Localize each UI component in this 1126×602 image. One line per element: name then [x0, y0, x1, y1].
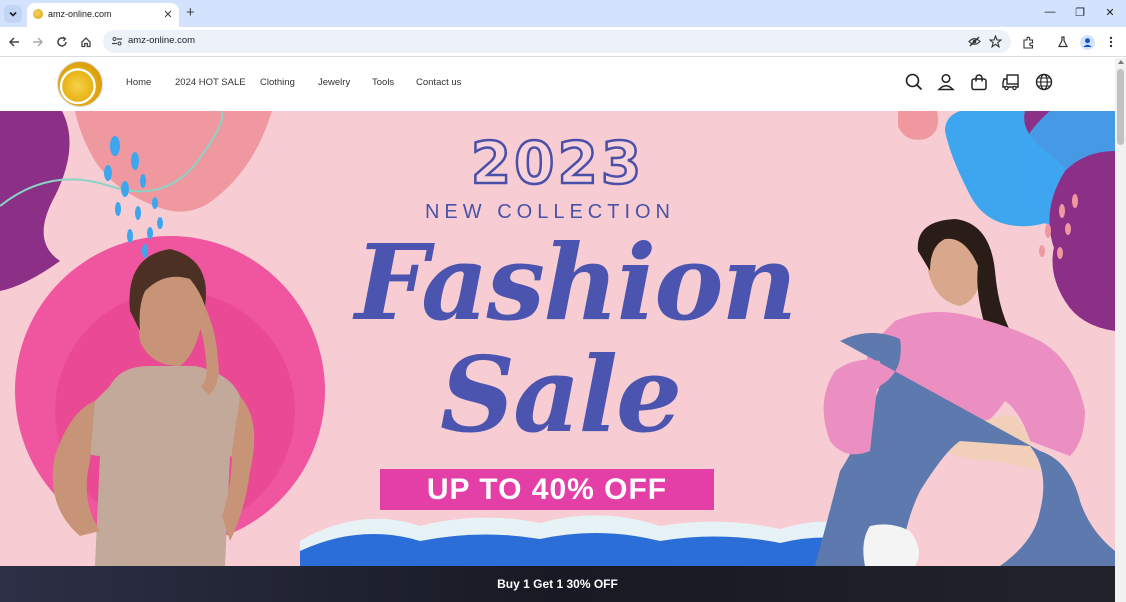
- scrollbar-thumb[interactable]: [1117, 69, 1124, 145]
- scroll-up-arrow-icon[interactable]: [1118, 60, 1124, 64]
- account-icon[interactable]: [937, 73, 955, 91]
- browser-toolbar: amz-online.com: [0, 27, 1126, 57]
- hero-banner[interactable]: 2023 NEW COLLECTION Fashion Sale UP TO 4…: [0, 111, 1115, 566]
- site-logo[interactable]: [57, 61, 103, 107]
- address-bar[interactable]: amz-online.com: [103, 30, 1011, 53]
- hero-headline-line1: Fashion: [355, 221, 797, 344]
- nav-contact-us[interactable]: Contact us: [416, 77, 461, 88]
- nav-jewelry[interactable]: Jewelry: [318, 77, 350, 88]
- home-icon[interactable]: [78, 34, 94, 50]
- browser-tab-strip: amz-online.com ✕ + — ❐ ✕: [0, 0, 1126, 27]
- extensions-icon[interactable]: [1020, 34, 1036, 50]
- page-scrollbar[interactable]: [1115, 58, 1126, 602]
- site-info-icon[interactable]: [111, 35, 123, 47]
- globe-icon[interactable]: [1035, 73, 1053, 91]
- tab-search-button[interactable]: [4, 5, 22, 23]
- browser-menu-icon[interactable]: [1103, 34, 1119, 50]
- tab-close-icon[interactable]: ✕: [161, 7, 175, 21]
- browser-tab[interactable]: amz-online.com ✕: [27, 3, 179, 27]
- chevron-down-icon: [9, 11, 17, 17]
- nav-clothing[interactable]: Clothing: [260, 77, 295, 88]
- search-icon[interactable]: [905, 73, 923, 91]
- hero-year: 2023: [470, 128, 645, 199]
- bookmark-star-icon[interactable]: [988, 34, 1002, 48]
- nav-hot-sale[interactable]: 2024 HOT SALE: [175, 77, 246, 88]
- hero-discount-badge: UP TO 40% OFF: [380, 469, 714, 510]
- url-text: amz-online.com: [128, 35, 196, 46]
- forward-icon[interactable]: [30, 34, 46, 50]
- reload-icon[interactable]: [54, 34, 70, 50]
- site-header: Home 2024 HOT SALE Clothing Jewelry Tool…: [0, 58, 1115, 111]
- nav-tools[interactable]: Tools: [372, 77, 394, 88]
- labs-flask-icon[interactable]: [1055, 34, 1071, 50]
- maximize-button[interactable]: ❐: [1073, 6, 1087, 19]
- nav-home[interactable]: Home: [126, 77, 151, 88]
- tab-title: amz-online.com: [48, 9, 112, 19]
- new-tab-button[interactable]: +: [186, 5, 195, 20]
- announcement-bar[interactable]: Buy 1 Get 1 30% OFF: [0, 566, 1115, 602]
- back-icon[interactable]: [6, 34, 22, 50]
- cart-icon[interactable]: [970, 73, 988, 91]
- profile-avatar-icon[interactable]: [1079, 34, 1095, 50]
- site-favicon: [33, 9, 43, 19]
- close-window-button[interactable]: ✕: [1103, 6, 1117, 19]
- eye-off-icon[interactable]: [967, 34, 981, 48]
- delivery-icon[interactable]: [1002, 73, 1020, 91]
- minimize-button[interactable]: —: [1043, 6, 1057, 18]
- hero-headline-line2: Sale: [440, 333, 682, 456]
